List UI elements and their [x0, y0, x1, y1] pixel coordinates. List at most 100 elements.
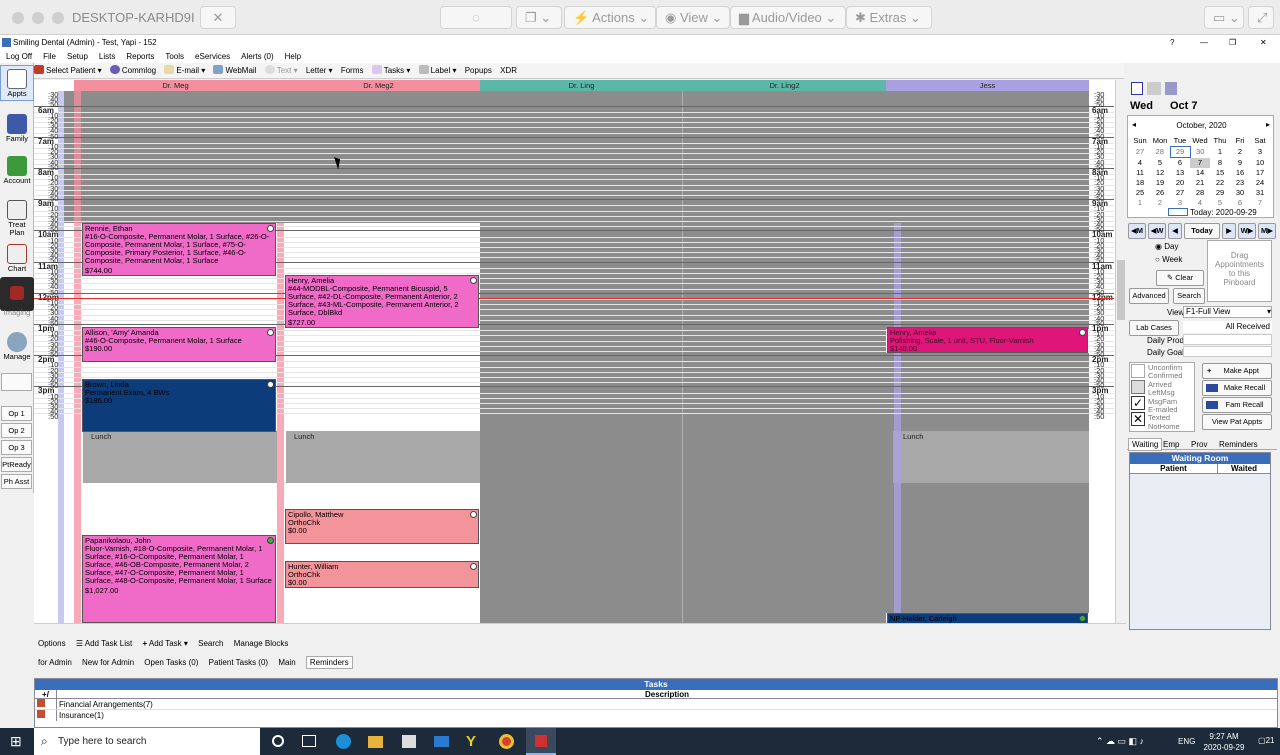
lab-cases-button[interactable]: Lab Cases [1129, 320, 1179, 336]
today-button[interactable]: Today [1184, 223, 1220, 239]
extras-menu[interactable]: ✱ Extras ⌄ [846, 6, 932, 29]
tab-patient-tasks[interactable]: Patient Tasks (0) [209, 658, 268, 667]
close-icon[interactable]: ✕ [1260, 35, 1267, 50]
ph-asst-button[interactable]: Ph Asst [1, 474, 32, 489]
chrome-icon[interactable] [499, 734, 514, 749]
restore-icon[interactable]: ❐ [1229, 35, 1236, 50]
week-radio[interactable]: ○ Week [1155, 255, 1182, 264]
op-2-button[interactable]: Op 2 [1, 423, 32, 438]
table-row[interactable]: Insurance(1) [35, 710, 1277, 721]
display-button[interactable]: ▭ ⌄ [1204, 6, 1244, 29]
schedule-scrollbar[interactable] [1115, 80, 1126, 623]
pt-ready-button[interactable]: PtReady [1, 457, 32, 472]
add-task-list-button[interactable]: ☰ Add Task List [76, 639, 132, 648]
manage-blocks-button[interactable]: Manage Blocks [234, 639, 289, 648]
module-account[interactable]: Account [0, 153, 34, 185]
app-y-icon[interactable]: Y [466, 734, 476, 749]
tab-prov[interactable]: Prov [1191, 440, 1207, 449]
next-day-button[interactable]: ▶ [1222, 223, 1236, 239]
appointment-allison-amanda[interactable]: Allison, 'Amy' Amanda #46-O-Composite, P… [82, 327, 276, 362]
scrollbar-thumb[interactable] [1117, 260, 1125, 320]
xdr-button[interactable]: XDR [500, 63, 517, 79]
appointment-brown-linda[interactable]: Brown, Linda Permanent Exam, 4 BWs $186.… [82, 379, 276, 432]
status-not-home[interactable]: NotHome [1148, 422, 1183, 431]
advanced-button[interactable]: Advanced [1129, 288, 1169, 304]
menu-reports[interactable]: Reports [126, 52, 154, 61]
menu-lists[interactable]: Lists [99, 52, 115, 61]
next-month-icon[interactable]: ▸ [1266, 120, 1270, 129]
task-view-icon[interactable] [302, 735, 316, 747]
next-week-button[interactable]: W▶ [1238, 223, 1256, 239]
tasks-grid[interactable]: Tasks +/ Description Financial Arrangeme… [34, 678, 1278, 728]
make-appt-button[interactable]: + Make Appt [1202, 363, 1272, 379]
lists-icon[interactable] [1165, 82, 1177, 95]
menu-alerts[interactable]: Alerts (0) [241, 52, 273, 61]
appointment-rennie-ethan[interactable]: Rennie, Ethan #16-O-Composite, Permanent… [82, 223, 276, 276]
calendar-grid[interactable]: Sun Mon Tue Wed Thu Fri Sat 27 28 29 30 1 2 3 456789… [1130, 136, 1271, 208]
tab-reminders[interactable]: Reminders [1219, 440, 1258, 449]
open-dental-taskbar-button[interactable] [526, 728, 556, 755]
view-pat-appts-button[interactable]: View Pat Appts [1202, 414, 1272, 430]
table-row[interactable]: Financial Arrangements(7) [35, 699, 1277, 710]
maximize-window-dot[interactable] [52, 12, 64, 24]
commlog-button[interactable]: Commlog [109, 63, 156, 79]
waiting-room-grid[interactable]: Waiting Room Patient Waited [1129, 452, 1271, 630]
fam-recall-button[interactable]: Fam Recall [1202, 397, 1272, 413]
module-manage[interactable]: Manage [0, 329, 34, 361]
tasks-button[interactable]: Tasks ▾ [371, 63, 410, 79]
refresh-button[interactable]: ◌ [440, 6, 512, 29]
month-calendar[interactable]: ◂ October, 2020 ▸ Sun Mon Tue Wed Thu Fri Sat … [1127, 115, 1274, 218]
close-window-dot[interactable] [12, 12, 24, 24]
prev-day-button[interactable]: ◀ [1168, 223, 1182, 239]
tab-waiting[interactable]: Waiting [1128, 438, 1163, 451]
appointment-hunter-william[interactable]: Hunter, William OrthoChk $0.00 [285, 561, 479, 588]
pinboard[interactable]: Drag Appointments to this Pinboard [1207, 240, 1272, 302]
appointment-schedule[interactable]: Dr. Meg Dr. Meg2 Dr. Ling Dr. Ling2 Jess… [34, 80, 1126, 623]
clock[interactable]: 9:27 AM 2020-09-29 [1198, 731, 1250, 753]
clipboard-button[interactable]: ❐ ⌄ [516, 6, 562, 29]
print-icon[interactable] [1147, 82, 1161, 95]
windows-start-icon[interactable]: ⊞ [10, 734, 24, 748]
tray-icons[interactable]: ⌃ ☁ ▭ ◧ ♪ [1096, 736, 1144, 747]
minimize-window-dot[interactable] [32, 12, 44, 24]
day-radio[interactable]: ◉ Day [1155, 242, 1178, 251]
menu-log-off[interactable]: Log Off [6, 52, 32, 61]
audio-video-menu[interactable]: ▆ Audio/Video ⌄ [730, 6, 846, 29]
menu-file[interactable]: File [43, 52, 56, 61]
appointment-cipollo-matthew[interactable]: Cipollo, Matthew OrthoChk $0.00 [285, 509, 479, 544]
op-1-button[interactable]: Op 1 [1, 406, 32, 421]
file-explorer-icon[interactable] [368, 736, 383, 748]
task-search-button[interactable]: Search [198, 639, 223, 648]
module-chart[interactable]: Chart [0, 241, 34, 273]
taskbar-search-box[interactable]: ⌕ Type here to search [34, 728, 260, 755]
add-task-button[interactable]: + Add Task ▾ [142, 639, 187, 648]
options-button[interactable]: Options [38, 639, 66, 648]
edge-icon[interactable] [336, 734, 351, 749]
disconnect-button[interactable]: ✕ [200, 6, 236, 29]
email-button[interactable]: E-mail ▾ [164, 63, 205, 79]
minimize-icon[interactable]: — [1200, 35, 1208, 50]
make-recall-button[interactable]: Make Recall [1202, 380, 1272, 396]
tab-new-for-admin[interactable]: New for Admin [82, 658, 134, 667]
forms-button[interactable]: Forms [341, 63, 364, 79]
expand-button[interactable]: ⤢ [1248, 6, 1274, 29]
calendar-today-label[interactable]: Today: 2020-09-29 [1190, 208, 1257, 217]
tab-main[interactable]: Main [278, 658, 295, 667]
actions-menu[interactable]: ⚡ Actions ⌄ [564, 6, 656, 29]
appointment-henry-amelia-hygiene[interactable]: Henry, Amelia Polishing, Scale, 1 unit, … [887, 327, 1088, 353]
cortana-icon[interactable] [272, 735, 284, 747]
menu-eservices[interactable]: eServices [195, 52, 230, 61]
prev-week-button[interactable]: ◀W [1148, 223, 1166, 239]
popups-button[interactable]: Popups [465, 63, 492, 79]
view-select[interactable]: F1-Full View ▾ [1183, 306, 1272, 318]
tab-emp[interactable]: Emp [1163, 440, 1179, 449]
appointment-henry-amelia[interactable]: Henry, Amelia #44-MODBL-Composite, Perma… [285, 275, 479, 328]
menu-help[interactable]: Help [285, 52, 301, 61]
module-imaging[interactable] [0, 277, 34, 311]
text-button[interactable]: Text ▾ [264, 63, 298, 79]
tab-for-admin[interactable]: for Admin [38, 658, 72, 667]
webmail-button[interactable]: WebMail [213, 63, 256, 79]
horizontal-scrollbar[interactable] [34, 623, 1126, 635]
prev-month-button[interactable]: ◀M [1128, 223, 1146, 239]
menu-setup[interactable]: Setup [67, 52, 88, 61]
